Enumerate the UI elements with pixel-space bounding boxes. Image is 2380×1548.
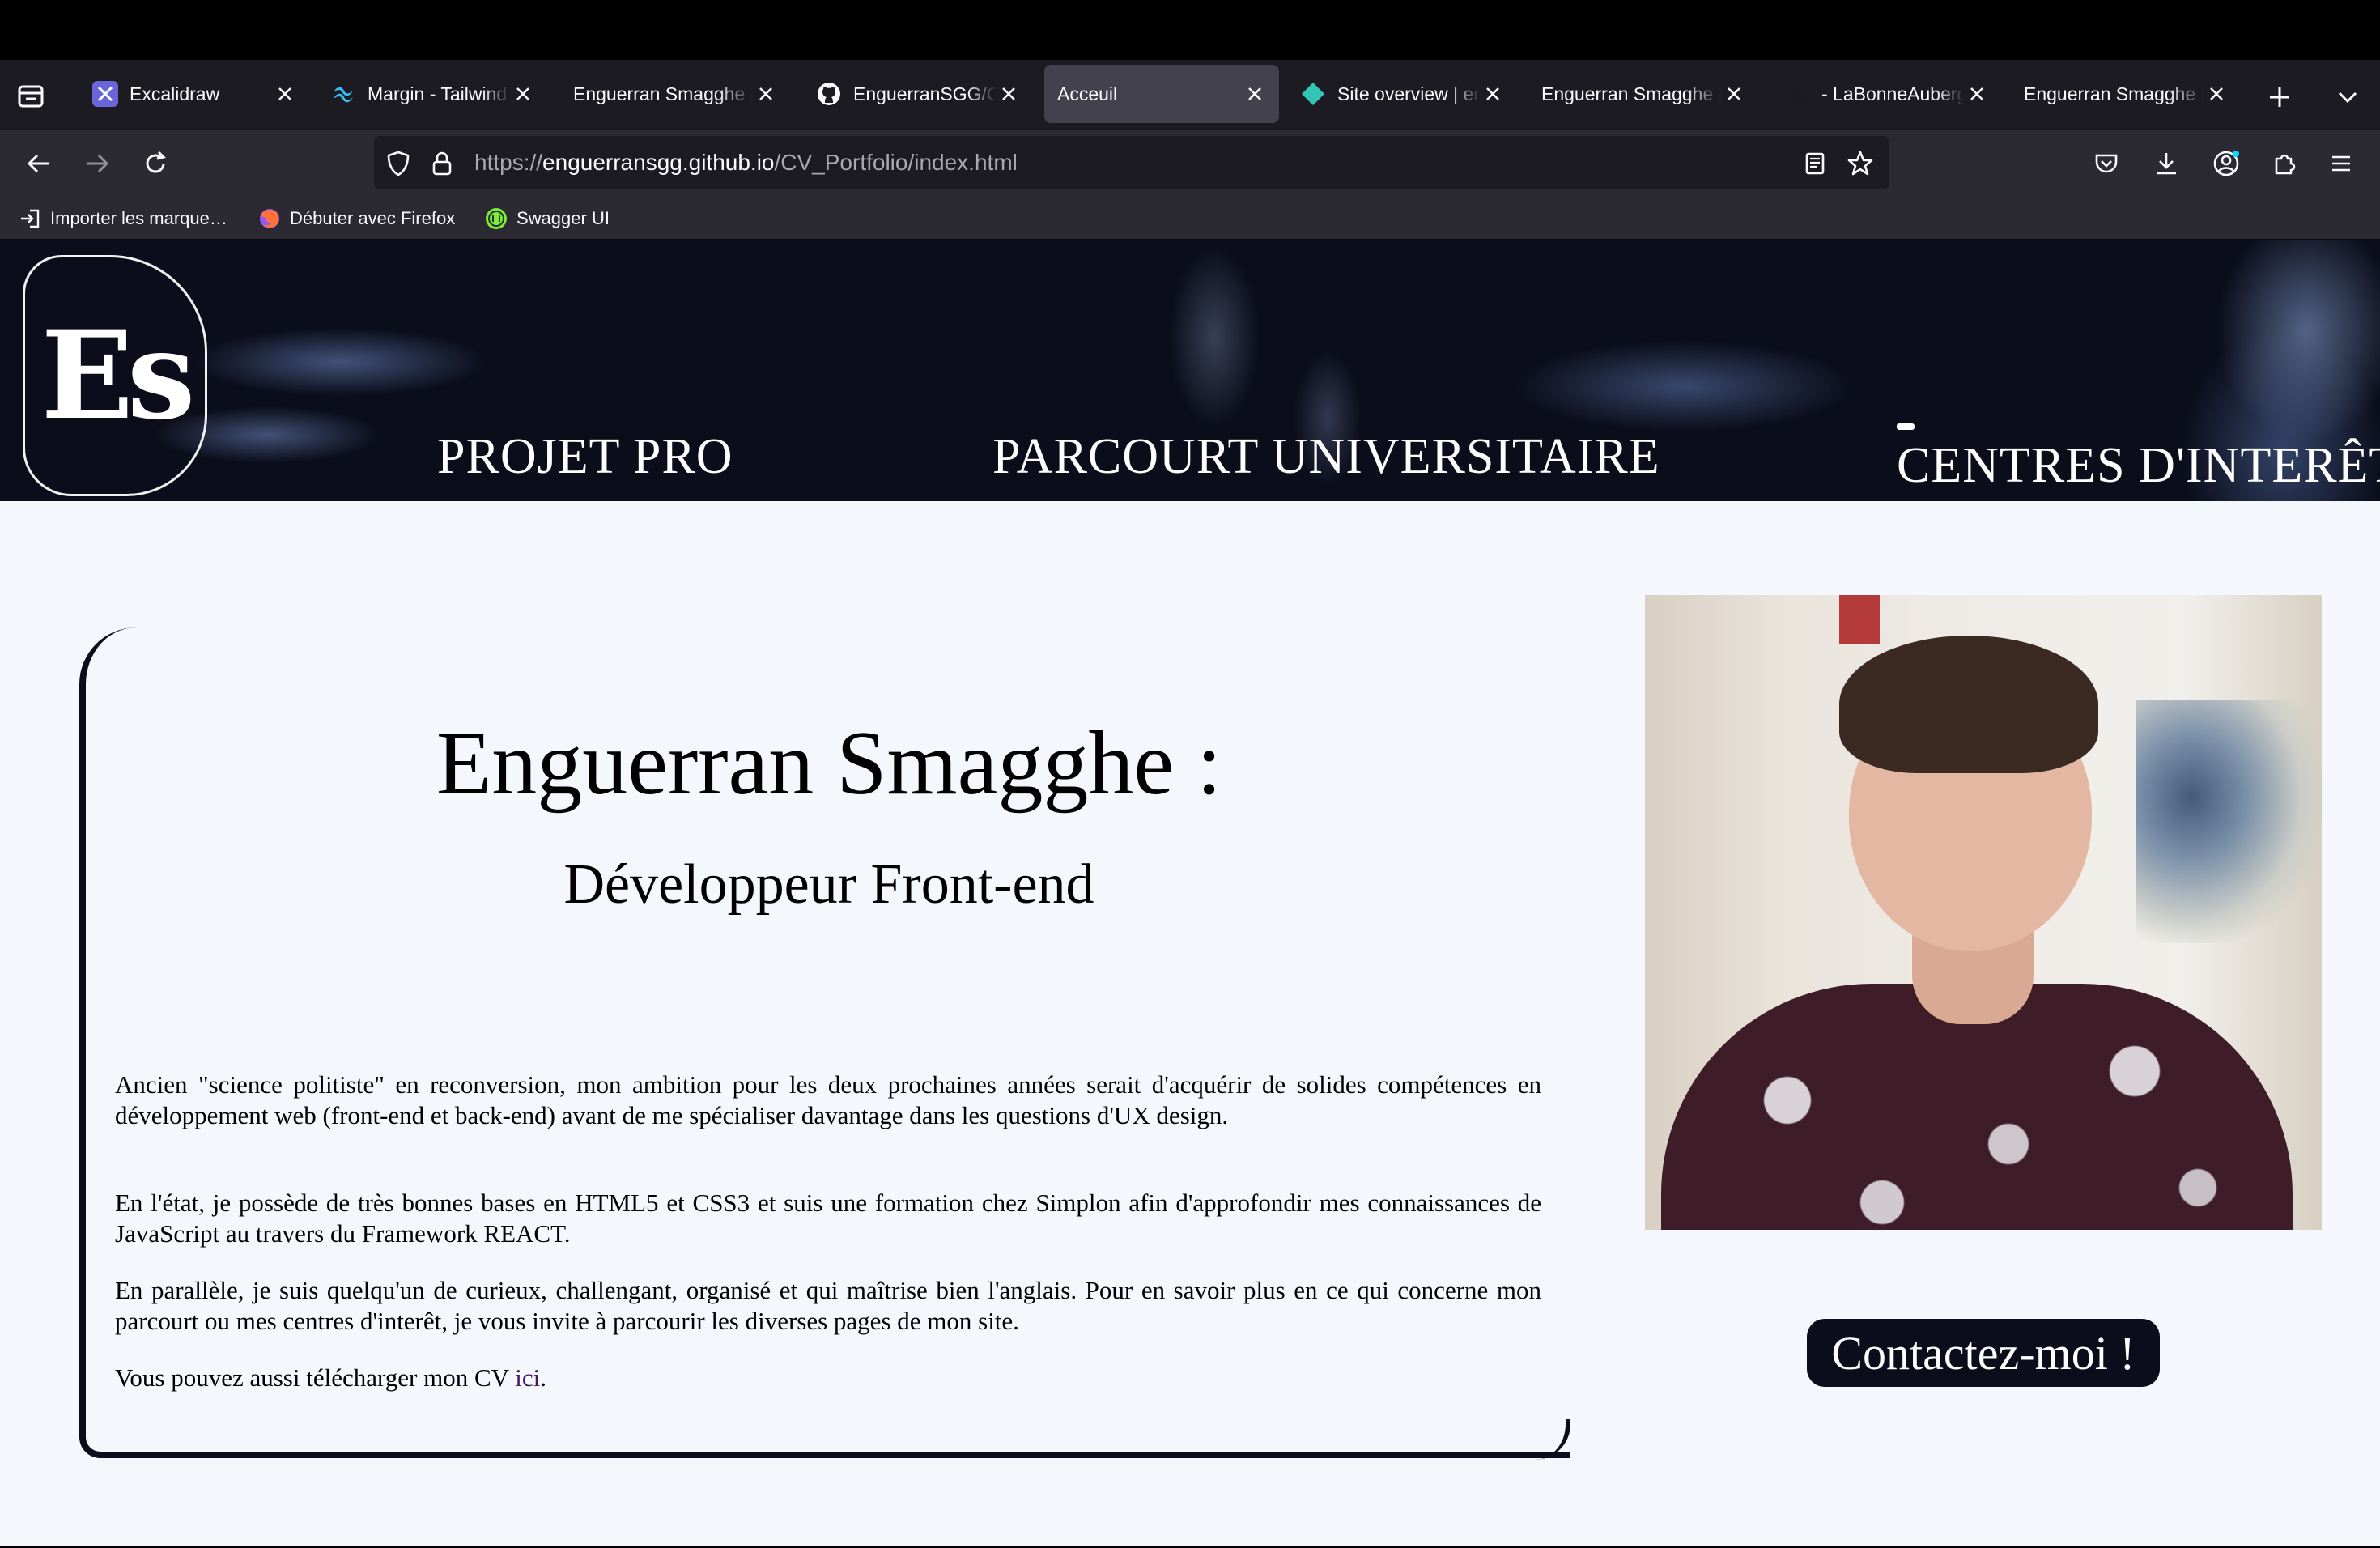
contact-button[interactable]: Contactez-moi !: [1807, 1319, 2160, 1387]
tab-portfolio-3[interactable]: Enguerran Smagghe | Portfolio: [2006, 65, 2241, 123]
hamburger-menu-icon: [2332, 155, 2350, 172]
site-icon: [1784, 81, 1810, 107]
web-page: Es PROJET PRO PARCOURT UNIVERSITAIRE CEN…: [0, 240, 2380, 1546]
bookmark-import[interactable]: Importer les marque…: [18, 204, 227, 233]
bookmarks-toolbar: Importer les marque… Débuter avec Firefo…: [0, 198, 2380, 240]
account-icon: [2213, 151, 2239, 176]
tab-title: - LaBonneAuberge: [1821, 83, 1964, 104]
profile-photo: [1645, 595, 2322, 1230]
close-tab-icon[interactable]: [753, 81, 779, 107]
cv-text: Vous pouvez aussi télécharger mon CV: [115, 1363, 516, 1392]
account-button[interactable]: [2208, 146, 2244, 181]
github-icon: [816, 81, 842, 107]
cv-paragraph: Vous pouvez aussi télécharger mon CV ici…: [115, 1363, 1541, 1393]
list-all-tabs-button[interactable]: [2331, 81, 2364, 113]
tab-acceuil[interactable]: Acceuil: [1044, 65, 1279, 123]
close-tab-icon[interactable]: [272, 81, 298, 107]
tailwind-icon: [330, 81, 356, 107]
tab-title: Margin - Tailwind CSS: [368, 83, 510, 104]
nav-indicator: [1897, 423, 1915, 430]
forward-button[interactable]: [79, 146, 115, 181]
url-bar[interactable]: https://enguerransgg.github.io/CV_Portfo…: [374, 136, 1889, 189]
bookmark-star-icon[interactable]: [1846, 149, 1875, 178]
reload-icon: [146, 151, 166, 173]
tab-title: Acceuil: [1057, 83, 1118, 104]
close-tab-icon[interactable]: [1721, 81, 1747, 107]
site-logo[interactable]: Es: [23, 255, 207, 496]
nav-link-parcours[interactable]: PARCOURT UNIVERSITAIRE: [992, 428, 1660, 486]
tab-portfolio-1[interactable]: Enguerran Smagghe | Portfolio: [555, 65, 790, 123]
header-banner: Es PROJET PRO PARCOURT UNIVERSITAIRE CEN…: [0, 240, 2380, 501]
top-strip: [0, 0, 2380, 60]
page-title: Enguerran Smagghe :: [436, 713, 1222, 814]
tab-tailwind[interactable]: Margin - Tailwind CSS: [312, 65, 547, 123]
excalidraw-icon: [92, 81, 118, 107]
bookmark-label: Swagger UI: [516, 208, 610, 228]
cv-download-link[interactable]: ici: [515, 1363, 540, 1392]
menu-button[interactable]: [2323, 146, 2359, 181]
plus-icon: [2270, 87, 2289, 107]
import-icon: [18, 206, 42, 231]
puzzle-icon: [2275, 154, 2296, 175]
firefox-view-button[interactable]: [15, 79, 47, 112]
pocket-icon: [2095, 154, 2118, 173]
close-tab-icon[interactable]: [2204, 81, 2229, 107]
close-tab-icon[interactable]: [1964, 81, 1990, 107]
bookmark-label: Importer les marque…: [50, 208, 227, 228]
tab-labonneauberge[interactable]: - LaBonneAuberge: [1766, 65, 2001, 123]
page-subtitle: Développeur Front-end: [563, 853, 1094, 916]
extensions-button[interactable]: [2267, 146, 2302, 181]
photo-detail: [1839, 595, 1880, 644]
nav-link-centres-interet[interactable]: CENTRES D'INTERÊT: [1897, 437, 2380, 495]
netlify-icon: [1300, 81, 1326, 107]
tab-portfolio-2[interactable]: Enguerran Smagghe | Portfolio: [1524, 65, 1758, 123]
back-button[interactable]: [21, 146, 57, 181]
photo-wall-print: [2136, 700, 2322, 943]
tab-netlify[interactable]: Site overview | enguerransgg: [1282, 65, 1517, 123]
close-tab-icon[interactable]: [996, 81, 1022, 107]
tab-title: Enguerran Smagghe | Portfolio: [1541, 83, 1721, 104]
lock-icon[interactable]: [427, 149, 457, 178]
tab-github[interactable]: EnguerranSGG/CV_Portfolio: [798, 65, 1033, 123]
downloads-button[interactable]: [2148, 146, 2184, 181]
reload-button[interactable]: [138, 146, 173, 181]
personality-paragraph: En parallèle, je suis quelqu'un de curie…: [115, 1276, 1541, 1335]
chevron-down-icon: [2338, 91, 2357, 104]
tab-excalidraw[interactable]: Excalidraw: [74, 65, 309, 123]
tab-title: Enguerran Smagghe | Portfolio: [573, 83, 753, 104]
tab-title: EnguerranSGG/CV_Portfolio: [853, 83, 996, 104]
firefox-view-icon: [18, 85, 44, 108]
url-host: enguerransgg.github.io: [542, 150, 775, 175]
cv-text-end: .: [540, 1363, 546, 1392]
close-tab-icon[interactable]: [1242, 81, 1268, 107]
close-tab-icon[interactable]: [510, 81, 536, 107]
navigation-toolbar: https://enguerransgg.github.io/CV_Portfo…: [0, 130, 2380, 198]
url-scheme: https://: [474, 150, 543, 175]
skills-paragraph: En l'état, je possède de très bonnes bas…: [115, 1189, 1541, 1248]
url-text[interactable]: https://enguerransgg.github.io/CV_Portfo…: [474, 150, 1018, 176]
tab-title: Enguerran Smagghe | Portfolio: [2024, 83, 2204, 104]
bookmark-firefox[interactable]: Débuter avec Firefox: [257, 204, 455, 233]
tab-bar: Excalidraw Margin - Tailwind CSS Enguerr…: [0, 60, 2380, 130]
nav-link-projet-pro[interactable]: PROJET PRO: [437, 428, 733, 486]
bookmark-label: Débuter avec Firefox: [290, 208, 456, 228]
tab-title: Site overview | enguerransgg: [1337, 83, 1480, 104]
swagger-icon: [484, 206, 508, 231]
arrow-left-icon: [27, 154, 49, 173]
pocket-button[interactable]: [2089, 146, 2124, 181]
bookmark-swagger[interactable]: Swagger UI: [484, 204, 610, 233]
arrow-right-icon: [87, 154, 109, 173]
reader-view-icon[interactable]: [1800, 149, 1830, 178]
download-icon: [2157, 153, 2176, 175]
firefox-icon: [257, 206, 282, 231]
close-tab-icon[interactable]: [1480, 81, 1506, 107]
logo-text: Es: [40, 304, 196, 447]
photo-hair: [1839, 636, 2098, 773]
tab-title: Excalidraw: [130, 83, 220, 104]
tracking-protection-shield-icon[interactable]: [384, 149, 413, 178]
url-path: /CV_Portfolio/index.html: [774, 150, 1018, 175]
new-tab-button[interactable]: [2263, 81, 2296, 113]
intro-paragraph: Ancien "science politiste" en reconversi…: [115, 1070, 1541, 1129]
